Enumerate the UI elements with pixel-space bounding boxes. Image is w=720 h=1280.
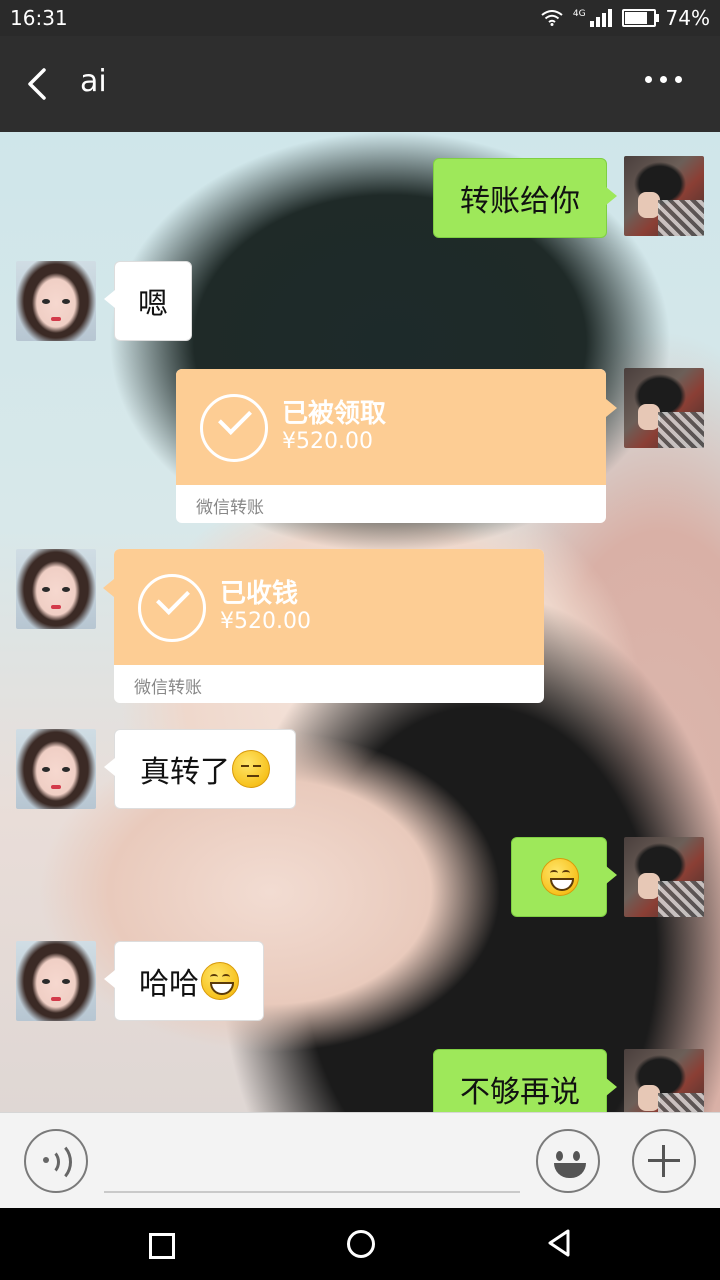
message-text: 转账给你: [460, 184, 580, 219]
network-type: 4G: [572, 9, 586, 19]
triangle-back-icon[interactable]: [546, 1228, 572, 1258]
signal-icon: 4G: [573, 9, 612, 27]
transfer-amount: ¥520.00: [282, 429, 373, 454]
input-bar: [0, 1112, 720, 1209]
avatar[interactable]: [16, 729, 96, 809]
plus-icon[interactable]: [632, 1129, 696, 1193]
status-bar: 16:31 4G 74%: [0, 0, 720, 36]
avatar[interactable]: [16, 941, 96, 1021]
chat-area[interactable]: 转账给你 嗯 已被领取 ¥520.00 微信转账 已收钱 ¥520.00 微信转…: [0, 132, 720, 1112]
system-nav-bar: [0, 1208, 720, 1280]
check-circle-icon: [138, 574, 206, 642]
chevron-left-icon[interactable]: [22, 66, 58, 102]
circle-icon[interactable]: [347, 1230, 375, 1258]
status-time: 16:31: [10, 6, 68, 30]
message-text: 真转了: [140, 755, 230, 790]
wifi-icon: [541, 10, 563, 26]
message-text: 不够再说: [460, 1075, 580, 1110]
transfer-label: 微信转账: [134, 678, 202, 698]
avatar[interactable]: [624, 837, 704, 917]
emoji-icon[interactable]: [536, 1129, 600, 1193]
avatar[interactable]: [16, 261, 96, 341]
message-bubble-received[interactable]: 真转了: [104, 729, 296, 809]
message-bubble-sent[interactable]: [511, 837, 617, 917]
transfer-label: 微信转账: [196, 498, 264, 518]
voice-icon[interactable]: [24, 1129, 88, 1193]
grinning-face-icon: [201, 962, 239, 1000]
chat-header: ai: [0, 36, 720, 132]
grinning-face-icon: [541, 858, 579, 896]
transfer-status: 已收钱: [220, 579, 299, 609]
transfer-card-received[interactable]: 已收钱 ¥520.00 微信转账: [114, 549, 544, 703]
message-bubble-sent[interactable]: 转账给你: [433, 158, 617, 238]
message-input[interactable]: [104, 1191, 520, 1193]
status-icons: 4G 74%: [541, 6, 710, 30]
avatar[interactable]: [624, 368, 704, 448]
message-text: 嗯: [138, 287, 168, 322]
avatar[interactable]: [624, 1049, 704, 1112]
message-bubble-received[interactable]: 嗯: [104, 261, 192, 341]
square-icon[interactable]: [149, 1233, 175, 1259]
message-bubble-received[interactable]: 哈哈: [104, 941, 264, 1021]
more-dots-icon[interactable]: [645, 76, 682, 83]
message-bubble-sent[interactable]: 不够再说: [433, 1049, 617, 1112]
unamused-face-icon: [232, 750, 270, 788]
chat-title: ai: [80, 64, 107, 99]
avatar[interactable]: [16, 549, 96, 629]
transfer-status: 已被领取: [282, 399, 387, 429]
battery-icon: [621, 9, 659, 27]
message-text: 哈哈: [139, 967, 199, 1002]
transfer-amount: ¥520.00: [220, 609, 311, 634]
transfer-card-sent[interactable]: 已被领取 ¥520.00 微信转账: [176, 369, 606, 523]
check-circle-icon: [200, 394, 268, 462]
avatar[interactable]: [624, 156, 704, 236]
battery-level: 74%: [665, 6, 710, 30]
